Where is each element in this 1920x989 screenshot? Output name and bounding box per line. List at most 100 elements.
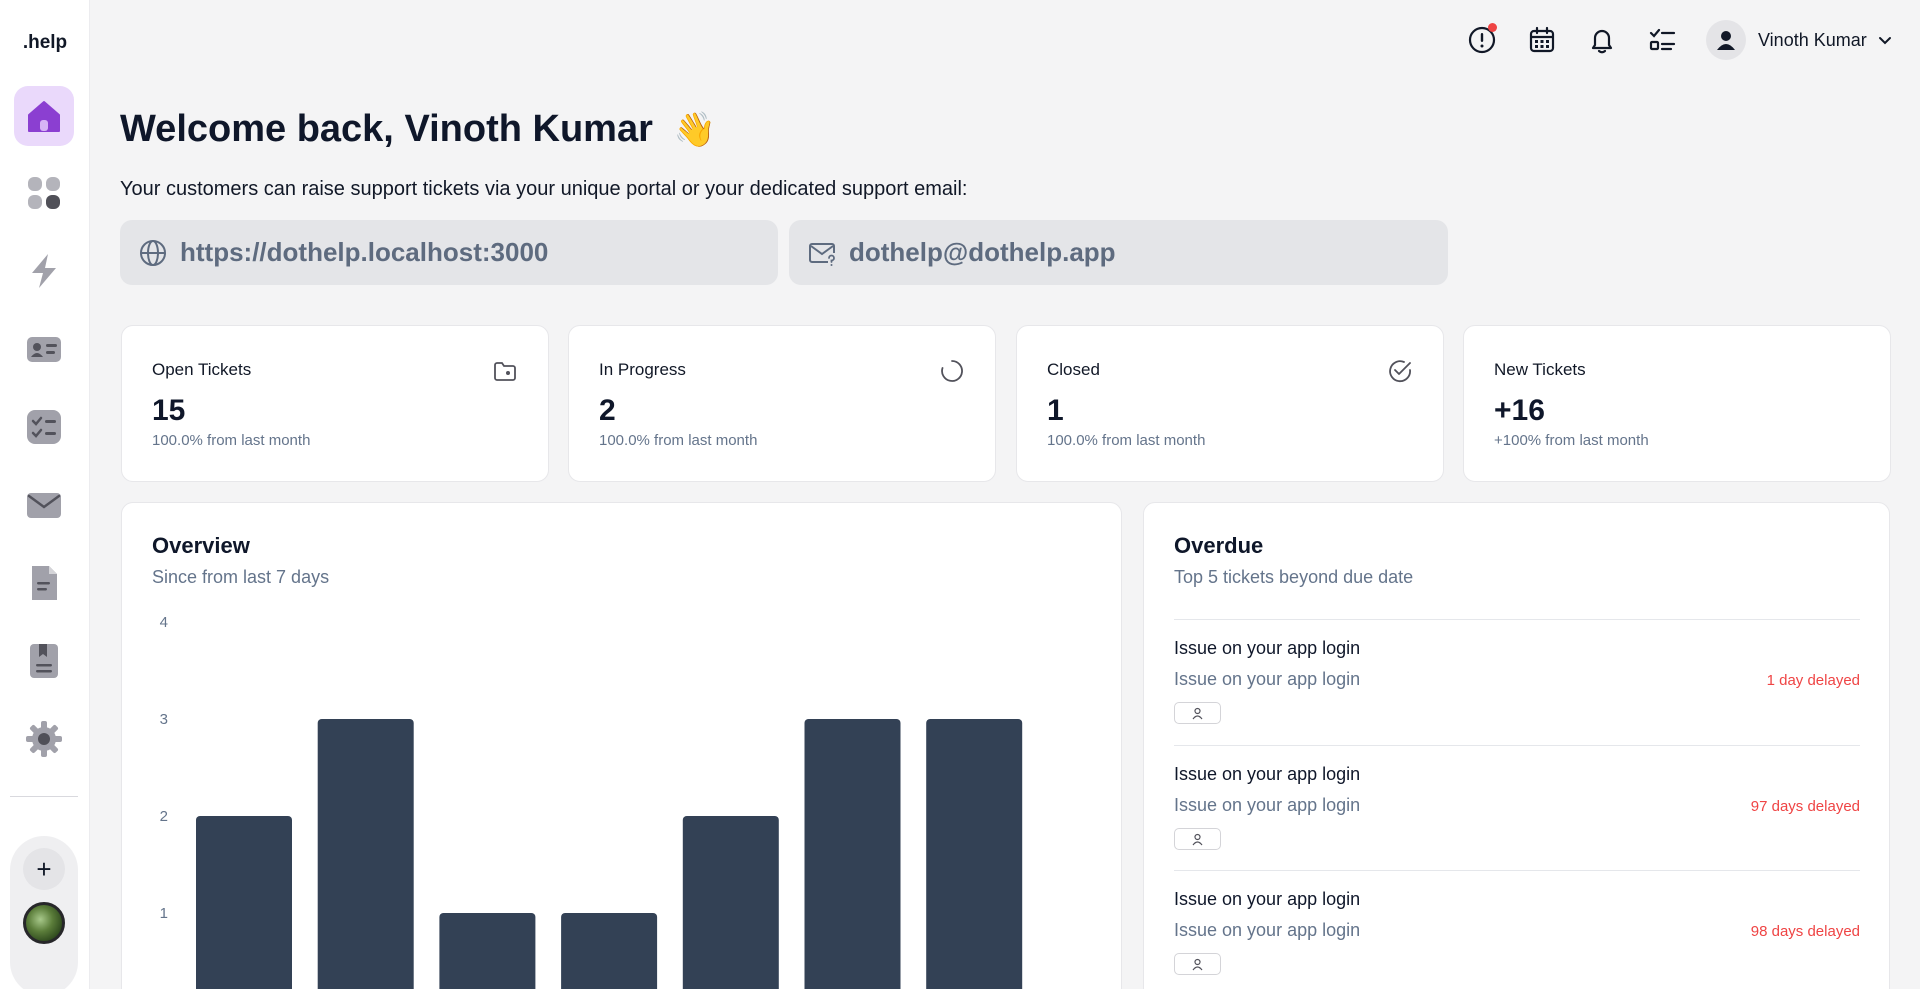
y-tick-label: 1 — [160, 905, 168, 922]
spinner-icon — [941, 360, 963, 382]
sidebar-item-tasks[interactable] — [14, 397, 74, 457]
stat-change: 100.0% from last month — [152, 432, 311, 449]
calendar-button[interactable] — [1522, 20, 1562, 60]
user-menu[interactable]: Vinoth Kumar — [1706, 20, 1893, 60]
chart-bar[interactable] — [926, 719, 1023, 989]
stat-title: In Progress — [599, 360, 686, 379]
brand-logo[interactable]: .help — [0, 32, 90, 54]
bell-icon — [1591, 29, 1613, 54]
stat-card-new[interactable]: New Tickets +16 +100% from last month — [1463, 325, 1891, 482]
workspace-avatar[interactable] — [23, 902, 65, 944]
user-icon — [1192, 833, 1203, 845]
chart-bar[interactable] — [804, 719, 901, 989]
sidebar-item-home[interactable] — [14, 86, 74, 146]
y-tick-label: 4 — [160, 614, 168, 631]
stat-title: Closed — [1047, 360, 1100, 379]
globe-icon — [140, 239, 166, 266]
sidebar-item-contacts[interactable] — [14, 319, 74, 379]
wave-emoji: 👋 — [673, 111, 716, 149]
stat-card-open[interactable]: Open Tickets 15 100.0% from last month — [121, 325, 549, 482]
overdue-item[interactable]: Issue on your app login Issue on your ap… — [1174, 638, 1860, 748]
check-circle-icon — [1389, 360, 1411, 383]
welcome-greeting: Welcome back, — [120, 108, 394, 150]
support-email-field[interactable]: dothelp@dothelp.app — [789, 220, 1448, 285]
sidebar-item-knowledge-base[interactable] — [14, 631, 74, 691]
stat-value: +16 — [1494, 394, 1545, 427]
sidebar-item-inbox[interactable] — [14, 475, 74, 535]
user-avatar — [1706, 20, 1746, 60]
welcome-name: Vinoth Kumar — [404, 108, 653, 150]
assignee-badge[interactable] — [1174, 702, 1221, 724]
document-icon — [32, 566, 57, 600]
sidebar: .help + — [0, 0, 90, 989]
overview-bar-chart: 1 2 3 4 — [160, 614, 1023, 989]
ticket-description: Issue on your app login — [1174, 669, 1361, 689]
chart-bar[interactable] — [317, 719, 414, 989]
mail-icon — [27, 493, 61, 518]
assignee-badge[interactable] — [1174, 828, 1221, 850]
contact-card-icon — [27, 337, 61, 362]
chart-bar[interactable] — [682, 816, 779, 989]
stat-card-closed[interactable]: Closed 1 100.0% from last month — [1016, 325, 1444, 482]
user-icon — [1192, 707, 1203, 719]
chart-bar[interactable] — [196, 816, 292, 989]
notifications-button[interactable] — [1582, 20, 1622, 60]
grid-icon — [28, 177, 60, 209]
ticket-delay: 98 days delayed — [1750, 923, 1860, 940]
ticket-title: Issue on your app login — [1174, 764, 1361, 784]
notification-dot — [1488, 23, 1497, 32]
divider — [1174, 745, 1860, 746]
overdue-item[interactable]: Issue on your app login Issue on your ap… — [1174, 889, 1860, 989]
task-list-button[interactable] — [1642, 20, 1682, 60]
stat-value: 2 — [599, 394, 616, 427]
divider — [1174, 870, 1860, 871]
home-icon — [28, 101, 60, 132]
folder-icon — [494, 362, 516, 381]
task-list-icon — [1649, 28, 1676, 51]
ticket-description: Issue on your app login — [1174, 920, 1361, 940]
chart-bar[interactable] — [561, 913, 658, 989]
stat-title: Open Tickets — [152, 360, 252, 379]
overdue-panel: Overdue Top 5 tickets beyond due date Is… — [1143, 502, 1890, 989]
user-icon — [1192, 958, 1203, 970]
support-email: dothelp@dothelp.app — [849, 237, 1116, 267]
sidebar-divider — [10, 796, 78, 797]
gear-icon — [26, 721, 62, 757]
page-title: Welcome back, Vinoth Kumar 👋 — [120, 108, 716, 151]
sidebar-item-settings[interactable] — [14, 709, 74, 769]
sidebar-item-documents[interactable] — [14, 553, 74, 613]
checklist-icon — [27, 410, 61, 444]
portal-url: https://dothelp.localhost:3000 — [180, 237, 549, 267]
stat-value: 15 — [152, 394, 186, 427]
user-name: Vinoth Kumar — [1758, 29, 1867, 50]
stat-card-in-progress[interactable]: In Progress 2 100.0% from last month — [568, 325, 996, 482]
stat-change: 100.0% from last month — [1047, 432, 1206, 449]
calendar-icon — [1529, 26, 1555, 53]
sidebar-item-automations[interactable] — [14, 241, 74, 301]
welcome-subtext: Your customers can raise support tickets… — [120, 178, 968, 200]
overdue-title: Overdue — [1174, 533, 1264, 558]
overview-panel: Overview Since from last 7 days 1234 — [121, 502, 1122, 989]
workspace-switcher: + — [10, 836, 78, 989]
user-icon — [1717, 31, 1735, 50]
chart-bar[interactable] — [439, 913, 536, 989]
add-workspace-button[interactable]: + — [23, 848, 65, 890]
stat-title: New Tickets — [1494, 360, 1586, 379]
sidebar-item-apps[interactable] — [14, 163, 74, 223]
portal-url-field[interactable]: https://dothelp.localhost:3000 — [120, 220, 778, 285]
ticket-delay: 97 days delayed — [1750, 798, 1860, 815]
stat-change: +100% from last month — [1494, 432, 1649, 449]
assignee-badge[interactable] — [1174, 953, 1221, 975]
stat-change: 100.0% from last month — [599, 432, 758, 449]
mail-question-icon — [809, 242, 835, 266]
stat-value: 1 — [1047, 394, 1064, 427]
y-tick-label: 3 — [160, 711, 168, 728]
ticket-description: Issue on your app login — [1174, 795, 1361, 815]
overdue-item[interactable]: Issue on your app login Issue on your ap… — [1174, 764, 1860, 874]
alerts-button[interactable] — [1462, 20, 1502, 60]
divider — [1174, 619, 1860, 620]
overdue-subtitle: Top 5 tickets beyond due date — [1174, 567, 1414, 587]
ticket-delay: 1 day delayed — [1766, 672, 1860, 689]
bookmark-file-icon — [30, 644, 58, 678]
chevron-down-icon — [1878, 37, 1891, 45]
